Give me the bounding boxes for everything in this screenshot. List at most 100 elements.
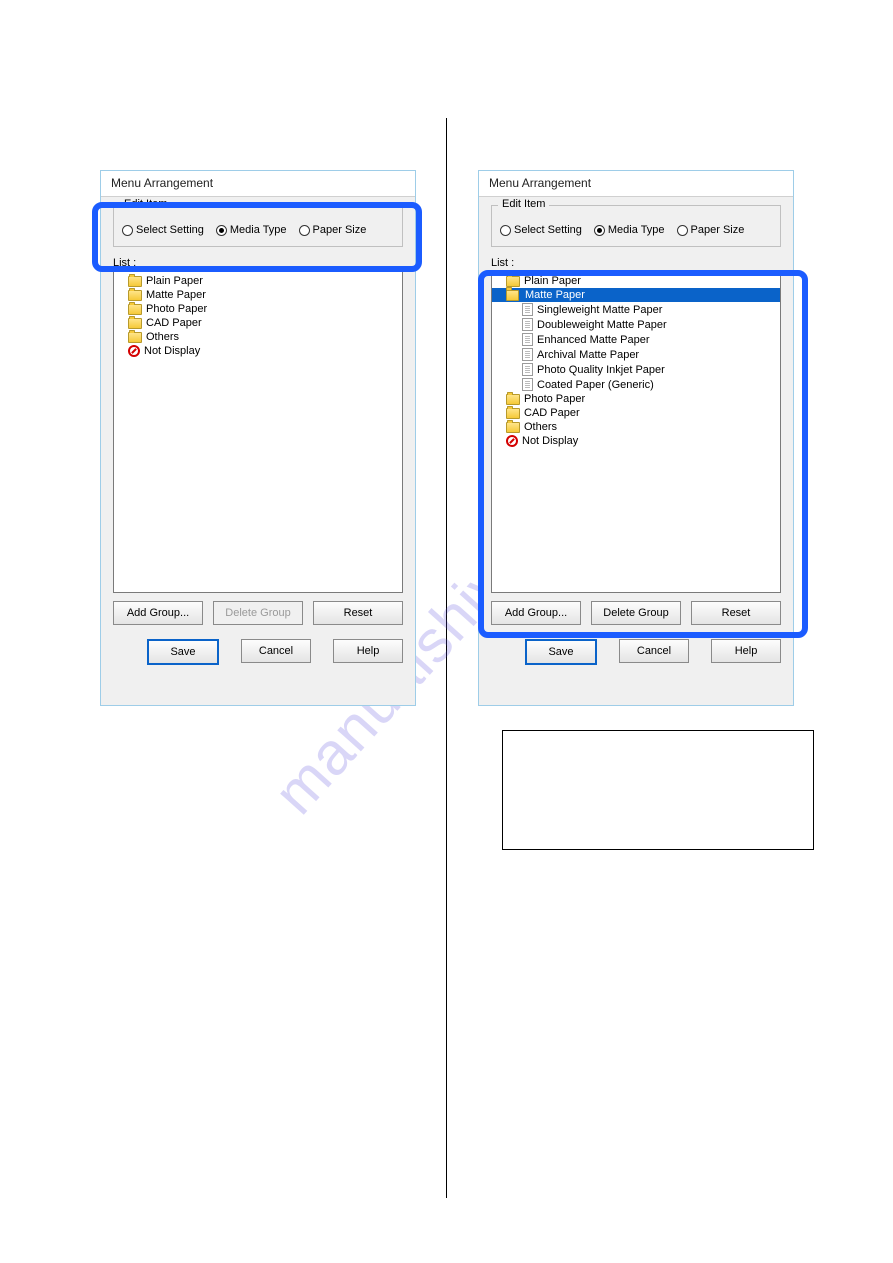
tree-item[interactable]: Matte Paper <box>114 288 402 302</box>
cancel-button[interactable]: Cancel <box>619 639 689 663</box>
radio-label: Paper Size <box>691 224 745 236</box>
tree-item-label: Photo Quality Inkjet Paper <box>537 364 665 376</box>
document-icon <box>522 318 533 331</box>
edit-item-radio-row: Select Setting Media Type Paper Size <box>122 224 394 236</box>
tree-item[interactable]: Singleweight Matte Paper <box>492 302 780 317</box>
tree-item-label: Archival Matte Paper <box>537 349 639 361</box>
radio-label: Media Type <box>608 224 665 236</box>
tree-item-label: Others <box>524 421 557 433</box>
folder-icon <box>128 318 142 329</box>
help-button[interactable]: Help <box>711 639 781 663</box>
tree-item[interactable]: Coated Paper (Generic) <box>492 377 780 392</box>
radio-select-setting[interactable]: Select Setting <box>500 224 582 236</box>
radio-select-setting[interactable]: Select Setting <box>122 224 204 236</box>
not-display-icon <box>506 435 518 447</box>
tree-item[interactable]: Others <box>492 420 780 434</box>
radio-paper-size[interactable]: Paper Size <box>299 224 367 236</box>
tree-item[interactable]: Photo Paper <box>114 302 402 316</box>
tree-item-label: Coated Paper (Generic) <box>537 379 654 391</box>
radio-label: Select Setting <box>136 224 204 236</box>
tree-item[interactable]: Plain Paper <box>114 274 402 288</box>
dialog-title: Menu Arrangement <box>101 171 415 197</box>
tree-item-label: Matte Paper <box>525 289 585 301</box>
reset-button[interactable]: Reset <box>313 601 403 625</box>
radio-circle-icon <box>677 225 688 236</box>
edit-item-group-label: Edit Item <box>120 198 171 210</box>
document-icon <box>522 303 533 316</box>
document-icon <box>522 378 533 391</box>
tree-item-label: CAD Paper <box>146 317 202 329</box>
tree-item[interactable]: Archival Matte Paper <box>492 347 780 362</box>
tree-item-label: CAD Paper <box>524 407 580 419</box>
add-group-button[interactable]: Add Group... <box>113 601 203 625</box>
delete-group-button[interactable]: Delete Group <box>591 601 681 625</box>
reset-button[interactable]: Reset <box>691 601 781 625</box>
list-box[interactable]: Plain Paper Matte Paper Singleweight Matte… <box>491 271 781 593</box>
tree-item[interactable]: Plain Paper <box>492 274 780 288</box>
save-button[interactable]: Save <box>147 639 219 665</box>
help-button[interactable]: Help <box>333 639 403 663</box>
tree-item-label: Photo Paper <box>524 393 585 405</box>
not-display-icon <box>128 345 140 357</box>
radio-label: Paper Size <box>313 224 367 236</box>
list-label: List : <box>491 257 781 269</box>
radio-circle-selected-icon <box>216 225 227 236</box>
radio-paper-size[interactable]: Paper Size <box>677 224 745 236</box>
tree-item[interactable]: Enhanced Matte Paper <box>492 332 780 347</box>
menu-arrangement-dialog-left: Menu Arrangement Edit Item Select Settin… <box>100 170 416 706</box>
folder-icon <box>506 276 520 287</box>
radio-media-type[interactable]: Media Type <box>594 224 665 236</box>
document-icon <box>522 348 533 361</box>
document-icon <box>522 363 533 376</box>
tree-item[interactable]: Matte Paper <box>492 288 780 302</box>
delete-group-button: Delete Group <box>213 601 303 625</box>
dialog-title: Menu Arrangement <box>479 171 793 197</box>
folder-icon <box>506 394 520 405</box>
edit-item-radio-row: Select Setting Media Type Paper Size <box>500 224 772 236</box>
tree-item-label: Enhanced Matte Paper <box>537 334 650 346</box>
folder-icon <box>128 276 142 287</box>
tree-item[interactable]: CAD Paper <box>492 406 780 420</box>
radio-label: Media Type <box>230 224 287 236</box>
tree-item[interactable]: Photo Quality Inkjet Paper <box>492 362 780 377</box>
list-box[interactable]: Plain Paper Matte Paper Photo Paper CAD Pap… <box>113 271 403 593</box>
tree-item-label: Doubleweight Matte Paper <box>537 319 667 331</box>
save-button[interactable]: Save <box>525 639 597 665</box>
folder-icon <box>506 408 520 419</box>
folder-icon <box>506 422 520 433</box>
tree-item-label: Plain Paper <box>524 275 581 287</box>
radio-circle-icon <box>299 225 310 236</box>
tree-item[interactable]: Photo Paper <box>492 392 780 406</box>
add-group-button[interactable]: Add Group... <box>491 601 581 625</box>
cancel-button[interactable]: Cancel <box>241 639 311 663</box>
tree-item-label: Not Display <box>522 435 578 447</box>
tree-item-label: Singleweight Matte Paper <box>537 304 662 316</box>
radio-circle-selected-icon <box>594 225 605 236</box>
edit-item-group-label: Edit Item <box>498 198 549 210</box>
tree-item[interactable]: CAD Paper <box>114 316 402 330</box>
page-divider <box>446 118 447 1198</box>
tree-item-label: Matte Paper <box>146 289 206 301</box>
tree-item[interactable]: Doubleweight Matte Paper <box>492 317 780 332</box>
edit-item-group: Edit Item Select Setting Media Type Pape… <box>113 205 403 247</box>
blank-annotation-box <box>502 730 814 850</box>
menu-arrangement-dialog-right: Menu Arrangement Edit Item Select Settin… <box>478 170 794 706</box>
radio-label: Select Setting <box>514 224 582 236</box>
radio-circle-icon <box>500 225 511 236</box>
radio-media-type[interactable]: Media Type <box>216 224 287 236</box>
document-icon <box>522 333 533 346</box>
tree-item[interactable]: Not Display <box>114 344 402 358</box>
folder-icon <box>128 304 142 315</box>
tree-item-label: Photo Paper <box>146 303 207 315</box>
radio-circle-icon <box>122 225 133 236</box>
tree-item[interactable]: Not Display <box>492 434 780 448</box>
tree-item[interactable]: Others <box>114 330 402 344</box>
list-label: List : <box>113 257 403 269</box>
tree-item-label: Others <box>146 331 179 343</box>
tree-item-label: Not Display <box>144 345 200 357</box>
edit-item-group: Edit Item Select Setting Media Type Pape… <box>491 205 781 247</box>
folder-icon <box>128 332 142 343</box>
folder-open-icon <box>506 290 521 301</box>
folder-icon <box>128 290 142 301</box>
tree-item-label: Plain Paper <box>146 275 203 287</box>
